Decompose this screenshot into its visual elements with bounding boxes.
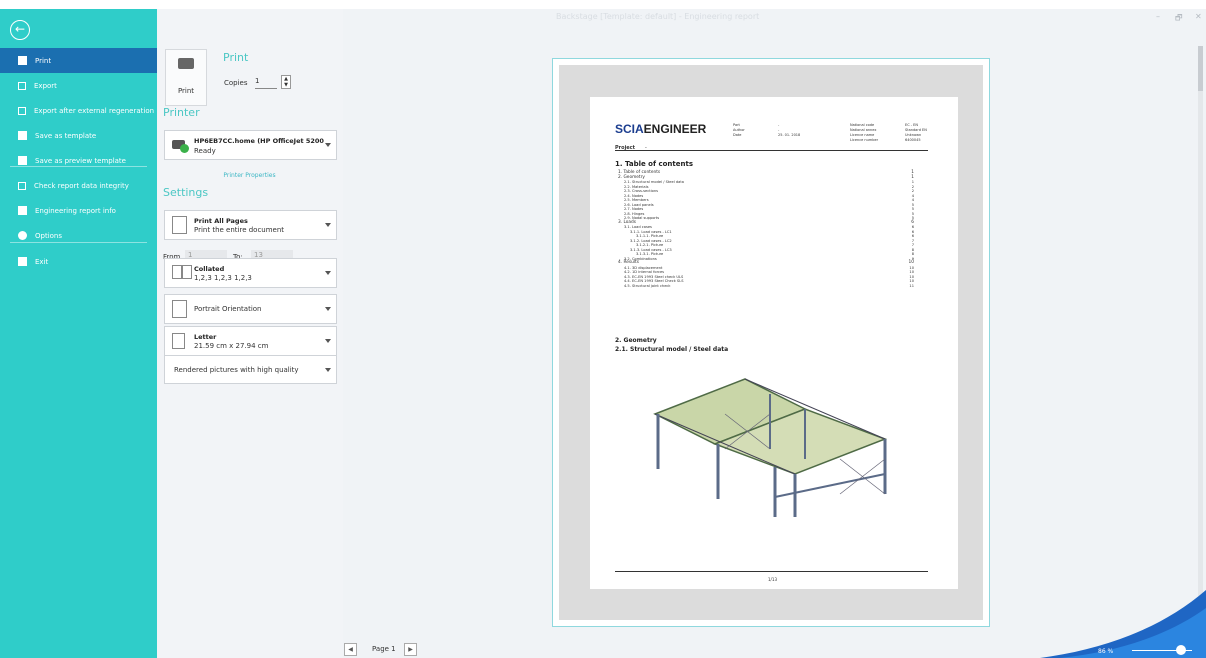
sidebar-item-label: Save as preview template: [35, 156, 126, 165]
minimize-button[interactable]: –: [1156, 12, 1160, 21]
report-page: SCIAENGINEER Project - Part Author Date --…: [590, 97, 958, 589]
footer-rule: [615, 571, 928, 572]
orientation-select[interactable]: Portrait Orientation: [164, 294, 337, 324]
sidebar-item-exit[interactable]: Exit: [0, 249, 157, 274]
structural-model-picture: [653, 378, 888, 517]
copies-input[interactable]: 1: [255, 77, 277, 89]
check-integrity-icon: [18, 181, 26, 190]
zoom-slider-handle[interactable]: [1176, 645, 1186, 655]
paper-title: Letter: [194, 333, 217, 341]
geometry-heading: 2. Geometry: [615, 337, 657, 344]
model-heading: 2.1. Structural model / Steel data: [615, 346, 729, 353]
chevron-down-icon: [325, 223, 331, 227]
printer-icon: [178, 58, 194, 69]
window-title: Backstage [Template: default] - Engineer…: [556, 12, 760, 21]
export-icon: [18, 81, 26, 90]
save-template-icon: [18, 131, 27, 140]
copies-label: Copies: [224, 79, 248, 87]
sidebar-item-check-integrity[interactable]: Check report data integrity: [0, 173, 157, 198]
orientation-label: Portrait Orientation: [194, 305, 262, 313]
sidebar-item-save-template[interactable]: Save as template: [0, 123, 157, 148]
next-page-button[interactable]: ▶: [404, 643, 417, 656]
exit-icon: [18, 257, 27, 266]
ready-check-icon: [180, 144, 189, 153]
header-rule: [615, 150, 928, 151]
previous-page-button[interactable]: ◀: [344, 643, 357, 656]
sidebar-item-label: Print: [35, 56, 52, 65]
sidebar-item-label: Engineering report info: [35, 206, 116, 215]
zoom-level: 86 %: [1098, 648, 1114, 655]
sidebar-item-options[interactable]: Options: [0, 223, 157, 248]
pages-option-sub: Print the entire document: [194, 226, 285, 234]
print-button-label: Print: [177, 87, 195, 95]
page-number: 1/13: [768, 577, 777, 582]
sidebar-item-label: Export after external regeneration: [34, 106, 155, 115]
scia-logo: SCIAENGINEER: [615, 122, 707, 136]
printer-select[interactable]: HP6EB7CC.home (HP OfficeJet 5200 series …: [164, 130, 337, 160]
vertical-scrollbar[interactable]: [1198, 46, 1203, 641]
collated-pages-icon: [172, 265, 182, 279]
printer-name: HP6EB7CC.home (HP OfficeJet 5200 series: [194, 137, 324, 145]
sidebar-separator: [10, 242, 147, 243]
restore-button[interactable]: 🗗: [1175, 12, 1183, 26]
meta-right-labels: National code National annex Licence name L…: [850, 123, 879, 142]
chevron-down-icon: [325, 143, 331, 147]
paper-icon: [172, 333, 185, 349]
preview-background: SCIAENGINEER Project - Part Author Date --…: [559, 65, 983, 620]
toc-list: 1. Table of contents 1 2. Geometry 1 2.1. St…: [618, 170, 914, 288]
document-icon: [172, 216, 187, 234]
close-button[interactable]: ✕: [1195, 12, 1202, 21]
meta-left-values: - -25. 01. 2018: [778, 123, 801, 137]
portrait-icon: [172, 300, 187, 318]
print-button[interactable]: Print: [165, 49, 207, 106]
chevron-down-icon: [325, 307, 331, 311]
print-settings-panel: Print Print Copies 1 ▲ ▼ Printer HP6EB7CC…: [157, 9, 343, 658]
backstage-sidebar: ← Print Export Export after external reg…: [0, 9, 157, 658]
meta-right-values: EC - EN Standard EN Unknown 6400045: [905, 123, 927, 142]
collated-pages-icon: [182, 265, 192, 279]
pages-option-title: Print All Pages: [194, 217, 248, 225]
toc-heading: 1. Table of contents: [615, 160, 693, 168]
sidebar-item-label: Exit: [35, 257, 49, 266]
sidebar-item-label: Options: [35, 231, 63, 240]
sidebar-item-export-regeneration[interactable]: Export after external regeneration: [0, 98, 157, 123]
paper-sub: 21.59 cm x 27.94 cm: [194, 342, 269, 350]
collate-sub: 1,2,3 1,2,3 1,2,3: [194, 274, 252, 282]
save-preview-template-icon: [18, 156, 27, 165]
collate-select[interactable]: Collated 1,2,3 1,2,3 1,2,3: [164, 258, 337, 288]
page-indicator: Page 1: [372, 645, 396, 653]
info-icon: [18, 206, 27, 215]
gear-icon: [18, 231, 27, 240]
printer-status: Ready: [194, 147, 216, 155]
pages-select[interactable]: Print All Pages Print the entire documen…: [164, 210, 337, 240]
collate-title: Collated: [194, 265, 225, 273]
sidebar-item-export[interactable]: Export: [0, 73, 157, 98]
toc-entry: 4.5. Structural joint check 11: [624, 283, 914, 288]
title-strip: [0, 0, 1206, 9]
sidebar-item-report-info[interactable]: Engineering report info: [0, 198, 157, 223]
sidebar-item-label: Check report data integrity: [34, 181, 129, 190]
export-regen-icon: [18, 106, 26, 115]
paper-size-select[interactable]: Letter 21.59 cm x 27.94 cm: [164, 326, 337, 356]
chevron-down-icon: [325, 339, 331, 343]
settings-section-title: Settings: [163, 186, 209, 199]
copies-stepper[interactable]: ▲ ▼: [281, 75, 291, 89]
print-preview: SCIAENGINEER Project - Part Author Date --…: [552, 58, 990, 627]
print-icon: [18, 56, 27, 65]
sidebar-item-label: Export: [34, 81, 57, 90]
sidebar-item-print[interactable]: Print: [0, 48, 157, 73]
arrow-left-circle-icon[interactable]: ←: [10, 20, 30, 40]
quality-label: Rendered pictures with high quality: [174, 366, 299, 374]
print-section-title: Print: [223, 51, 249, 64]
printer-properties-link[interactable]: Printer Properties: [164, 172, 335, 179]
scroll-thumb[interactable]: [1198, 46, 1203, 91]
sidebar-item-label: Save as template: [35, 131, 97, 140]
chevron-down-icon: [325, 367, 331, 372]
sidebar-item-save-preview-template[interactable]: Save as preview template: [0, 148, 157, 173]
printer-section-title: Printer: [163, 106, 200, 119]
chevron-down-icon: [325, 271, 331, 275]
quality-select[interactable]: Rendered pictures with high quality: [164, 355, 337, 384]
sidebar-separator: [10, 166, 147, 167]
meta-left-labels: Part Author Date: [733, 123, 745, 137]
